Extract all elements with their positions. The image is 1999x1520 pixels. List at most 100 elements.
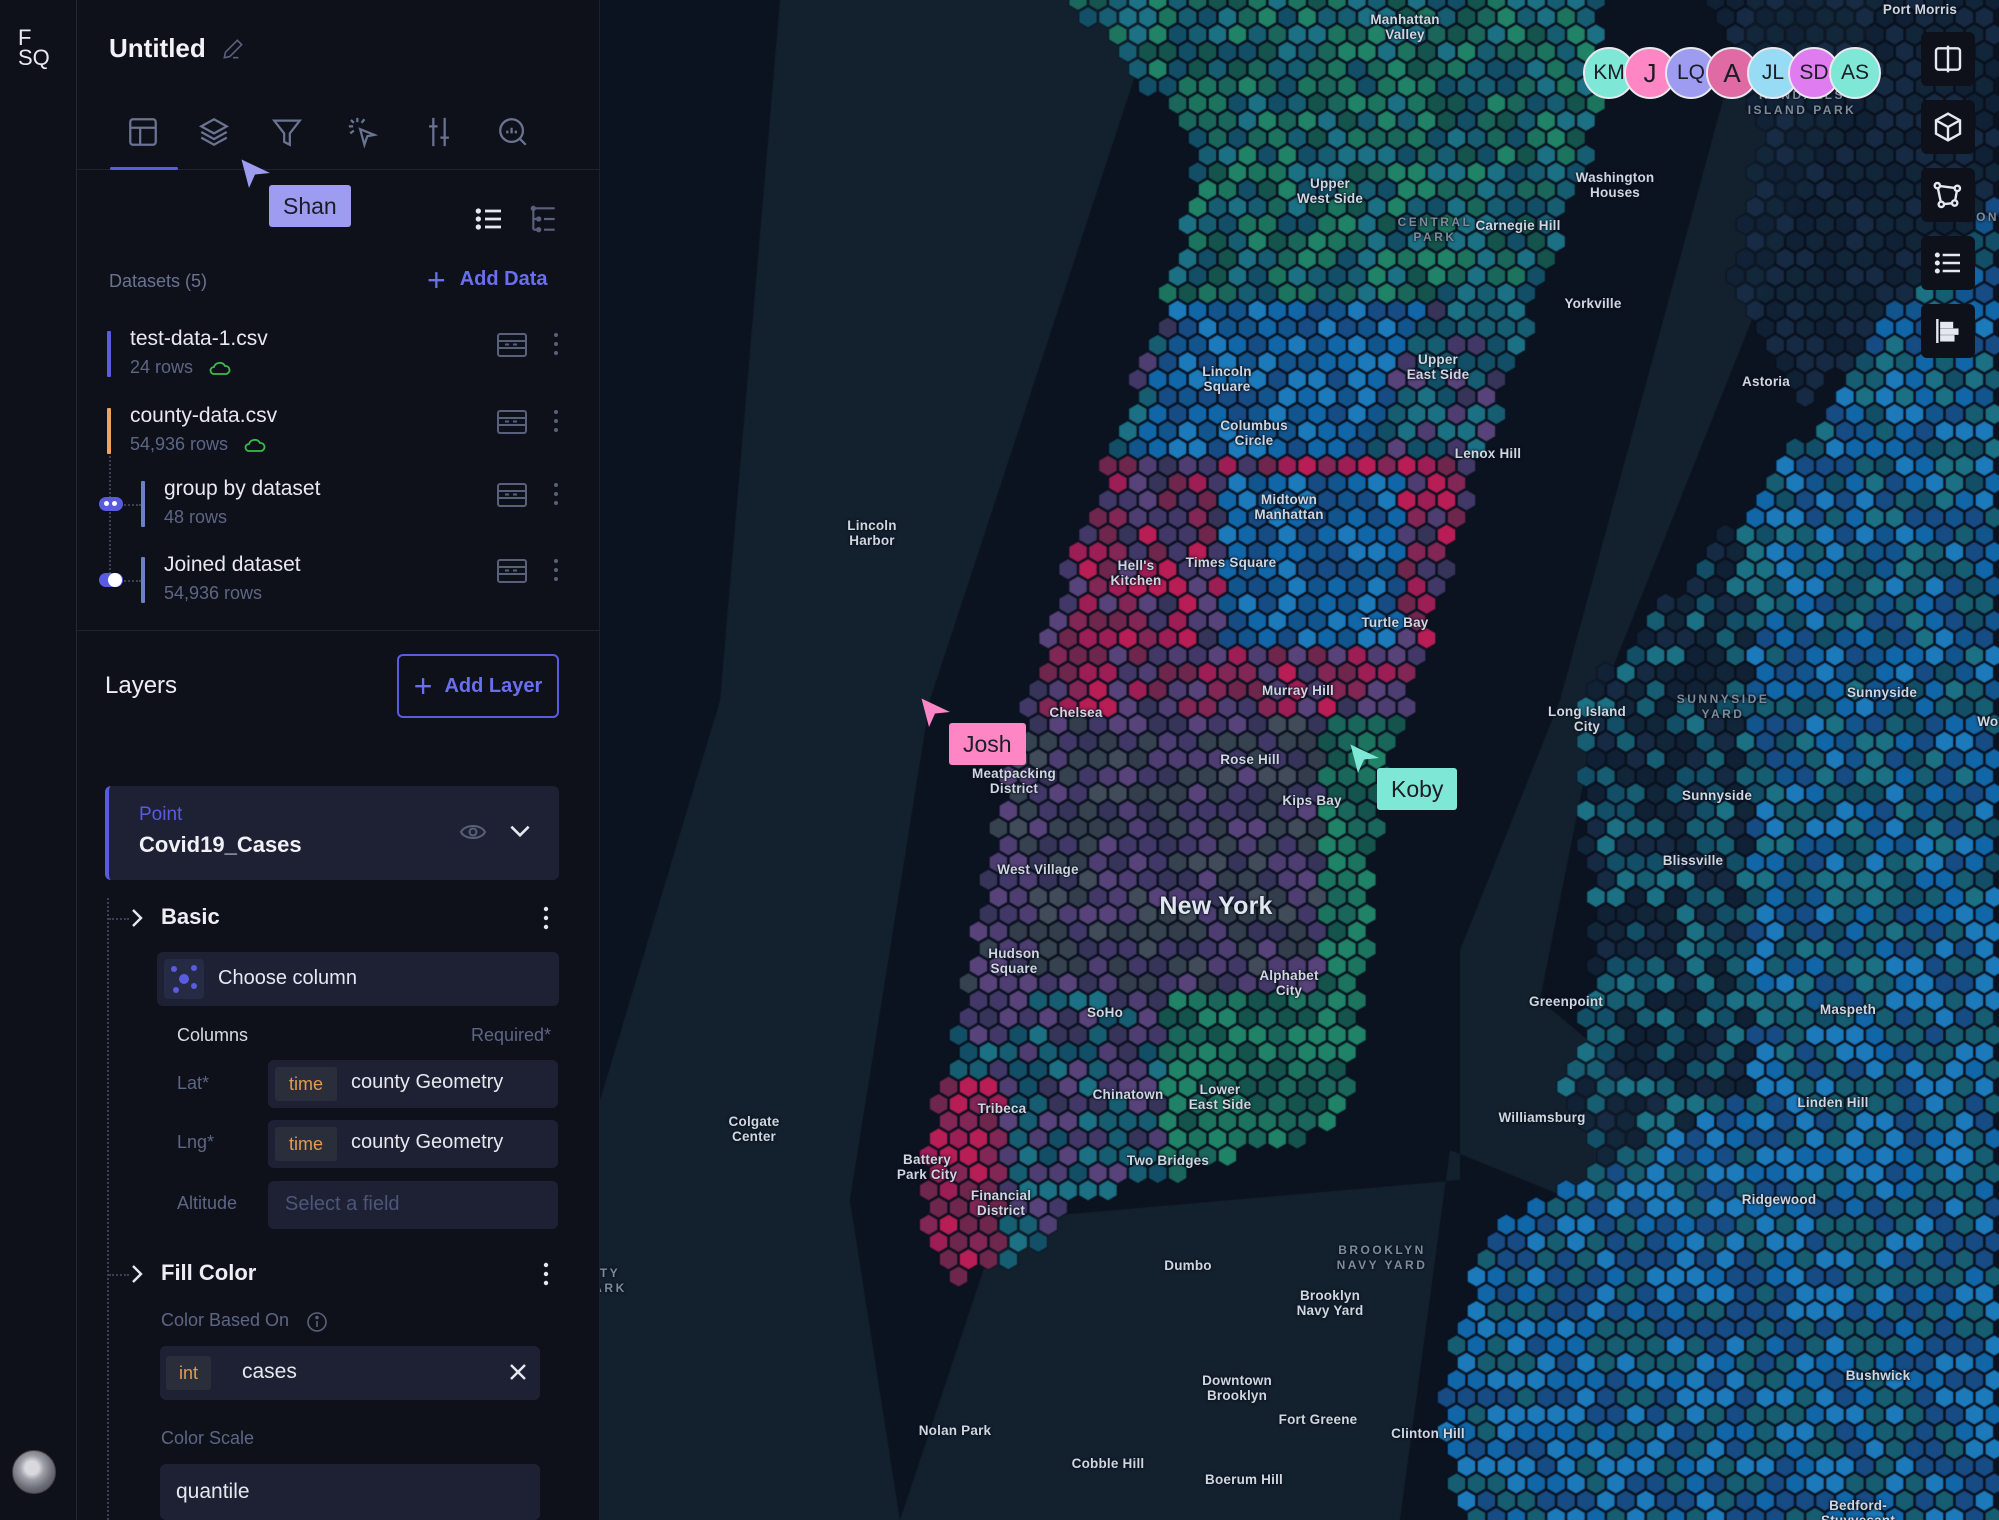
map-label: Carnegie Hill	[1475, 218, 1561, 233]
map-label: Ridgewood	[1741, 1192, 1817, 1207]
plus-icon: +	[427, 261, 446, 298]
color-based-on-select[interactable]: int cases	[160, 1346, 540, 1400]
map-label: Cobble Hill	[1071, 1456, 1145, 1471]
chevron-right-icon	[132, 909, 143, 927]
map-label: Rose Hill	[1220, 752, 1280, 767]
collaborator-avatar[interactable]: AS	[1829, 47, 1881, 99]
more-vertical-icon[interactable]	[539, 904, 553, 932]
tab-layers[interactable]	[194, 112, 234, 152]
field-type-badge: time	[275, 1067, 338, 1101]
field-value: county Geometry	[351, 1071, 504, 1093]
table-icon[interactable]	[497, 483, 527, 507]
layer-type: Point	[139, 804, 183, 825]
lat-field-select[interactable]: time county Geometry	[268, 1060, 558, 1108]
map-canvas[interactable]: Port MorrisManhattan ValleyRANDALLS ISLA…	[600, 0, 1999, 1520]
map-label: Midtown Manhattan	[1254, 492, 1324, 522]
table-icon[interactable]	[497, 410, 527, 434]
map-label: Linden Hill	[1797, 1095, 1869, 1110]
map-label: Hell's Kitchen	[1110, 558, 1162, 588]
dataset-rows: 54,936 rows	[164, 583, 262, 604]
lng-field-select[interactable]: time county Geometry	[268, 1120, 558, 1168]
more-vertical-icon[interactable]	[549, 479, 563, 509]
split-map-icon	[1934, 45, 1962, 73]
required-label: Required*	[471, 1025, 552, 1045]
more-vertical-icon[interactable]	[549, 329, 563, 359]
field-value: county Geometry	[351, 1131, 504, 1153]
map-label: Tribeca	[977, 1101, 1027, 1116]
tab-filters[interactable]	[267, 112, 307, 152]
basic-section-header[interactable]: Basic	[77, 900, 599, 936]
dataset-rows: 24 rows	[130, 357, 231, 378]
map-label: Bushwick	[1845, 1368, 1911, 1383]
dataset-row-count: 54,936 rows	[130, 434, 229, 454]
table-icon[interactable]	[497, 333, 527, 357]
user-avatar[interactable]	[12, 1450, 56, 1494]
lng-label: Lng*	[177, 1132, 215, 1152]
columns-label: Columns	[177, 1025, 249, 1045]
map-label: West Village	[997, 862, 1079, 877]
altitude-field-select[interactable]: Select a field	[268, 1181, 558, 1229]
map-label: Blissville	[1662, 853, 1724, 868]
legend-button[interactable]	[1921, 236, 1975, 290]
color-scale-select[interactable]: quantile	[160, 1464, 540, 1520]
tab-interactions[interactable]	[343, 112, 383, 152]
table-icon[interactable]	[497, 559, 527, 583]
dataset-color-bar	[141, 481, 145, 527]
dataset-item[interactable]: test-data-1.csv 24 rows	[77, 327, 599, 387]
map-label: Financial District	[970, 1188, 1032, 1218]
dataset-rows: 54,936 rows	[130, 434, 266, 455]
clear-close-icon[interactable]	[506, 1360, 530, 1384]
search-chart-icon	[499, 118, 527, 146]
map-label: SUNNYSIDE YARD	[1676, 692, 1770, 721]
dataset-color-bar	[107, 408, 111, 454]
collaborator-cursor-josh-icon	[921, 698, 950, 727]
more-vertical-icon[interactable]	[539, 1260, 553, 1288]
list-icon	[1934, 252, 1960, 274]
layers-header: Layers	[105, 672, 178, 699]
info-icon[interactable]	[306, 1311, 328, 1333]
tree-view-icon[interactable]	[528, 203, 560, 235]
tab-analysis[interactable]	[493, 112, 533, 152]
field-placeholder: Select a field	[285, 1193, 400, 1215]
lat-label: Lat*	[177, 1073, 210, 1093]
edit-pencil-icon[interactable]	[220, 36, 246, 62]
more-vertical-icon[interactable]	[549, 555, 563, 585]
map-label: Williamsburg	[1498, 1110, 1586, 1125]
collaborator-tag-koby: Koby	[1377, 768, 1458, 810]
dataset-item[interactable]: group by dataset 48 rows	[77, 477, 599, 537]
split-map-button[interactable]	[1921, 32, 1975, 86]
map-label: Colgate Center	[728, 1114, 780, 1144]
more-vertical-icon[interactable]	[549, 406, 563, 436]
layer-name: Covid19_Cases	[139, 832, 302, 857]
tab-layout[interactable]	[123, 112, 163, 152]
add-layer-button[interactable]: + Add Layer	[397, 654, 559, 718]
map-label: Yorkville	[1564, 296, 1622, 311]
layer-card-covid19-cases[interactable]: Point Covid19_Cases	[105, 786, 559, 880]
eye-visibility-icon[interactable]	[459, 820, 487, 844]
fill-color-section-header[interactable]: Fill Color	[77, 1256, 599, 1292]
tab-base-map[interactable]	[419, 112, 459, 152]
layer-order-button[interactable]	[1921, 304, 1975, 358]
list-view-icon[interactable]	[473, 203, 505, 235]
map-label: Woo	[1977, 714, 1999, 729]
dataset-item[interactable]: county-data.csv 54,936 rows	[77, 404, 599, 464]
map-label: Chinatown	[1092, 1087, 1164, 1102]
layers-icon	[198, 117, 230, 147]
dataset-item[interactable]: Joined dataset 54,936 rows	[77, 553, 599, 613]
map-label: Dumbo	[1164, 1258, 1212, 1273]
map-label: SoHo	[1086, 1005, 1124, 1020]
layout-icon	[129, 118, 157, 146]
chevron-down-icon[interactable]	[507, 818, 533, 844]
tree-connector	[107, 898, 109, 1520]
choose-column-button[interactable]: Choose column	[157, 952, 559, 1006]
add-data-button[interactable]: + Add Data	[427, 261, 547, 298]
dataset-row-count: 54,936 rows	[164, 583, 263, 603]
map-label: Lower East Side	[1188, 1082, 1252, 1112]
3d-view-button[interactable]	[1921, 100, 1975, 154]
app-logo[interactable]: F SQ	[18, 27, 50, 69]
map-label: CENTRAL PARK	[1397, 215, 1473, 244]
map-label: Chelsea	[1049, 705, 1103, 720]
bar-chart-icon	[1936, 319, 1959, 343]
map-label: Boerum Hill	[1205, 1472, 1283, 1487]
draw-polygon-button[interactable]	[1921, 168, 1975, 222]
